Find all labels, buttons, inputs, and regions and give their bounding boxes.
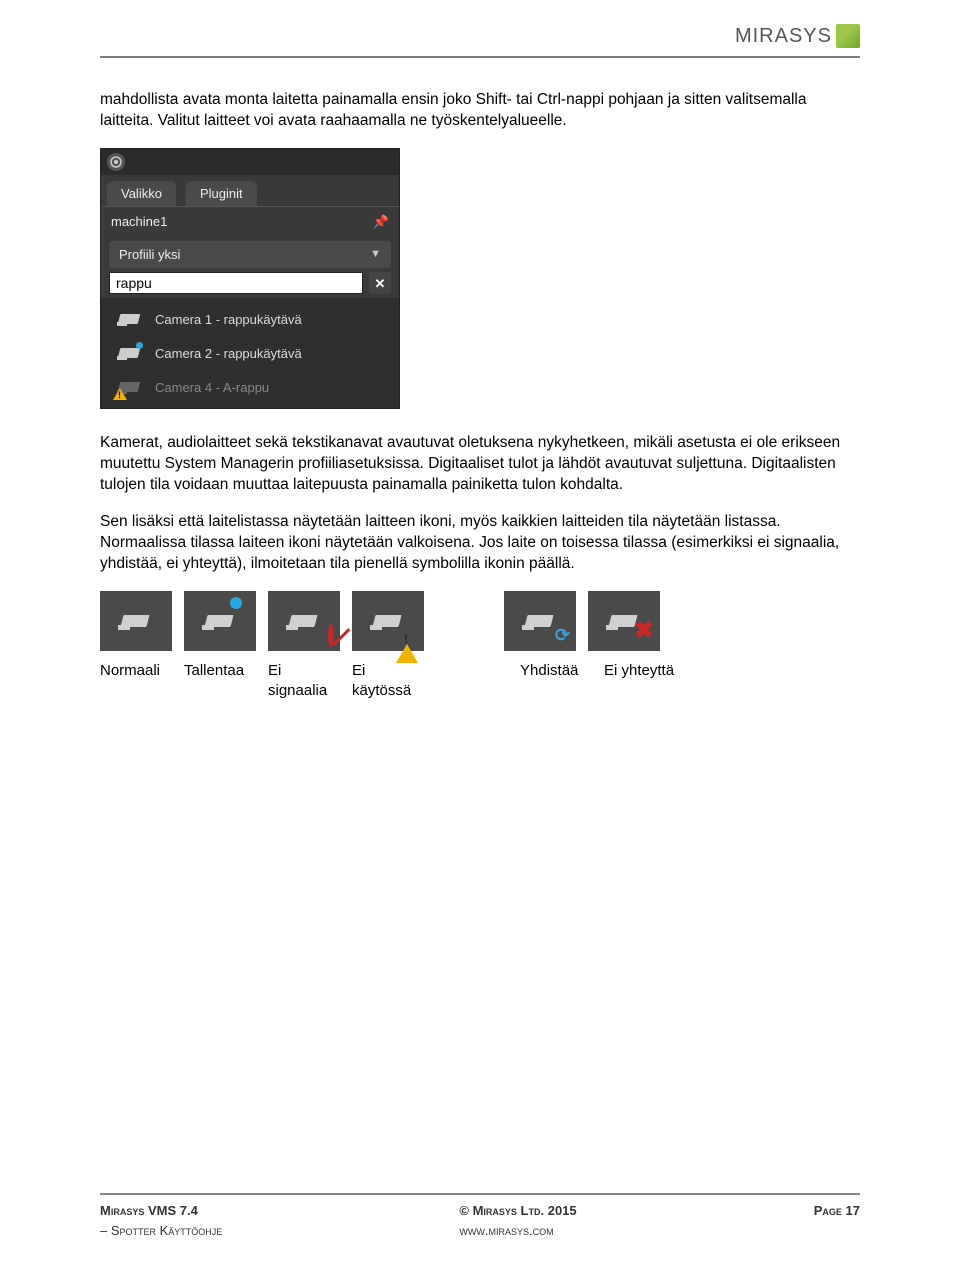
camera-icon-warning — [115, 376, 145, 398]
camera-item-1[interactable]: Camera 1 - rappukäytävä — [101, 302, 399, 336]
machine-row[interactable]: machine1 📌 — [101, 206, 399, 237]
footer-left: Mirasys VMS 7.4 – Spotter Käyttöohje — [100, 1201, 222, 1240]
app-icon — [107, 153, 125, 171]
status-noconnection-icon: ✖ — [588, 591, 660, 651]
status-nosignal-icon — [268, 591, 340, 651]
status-recording-icon — [184, 591, 256, 651]
spotter-sidebar-screenshot: Valikko Pluginit machine1 📌 Profiili yks… — [100, 148, 400, 410]
page-footer: Mirasys VMS 7.4 – Spotter Käyttöohje © M… — [100, 1193, 860, 1240]
camera-label: Camera 1 - rappukäytävä — [155, 311, 302, 329]
profile-label: Profiili yksi — [119, 246, 180, 264]
profile-dropdown[interactable]: Profiili yksi ▼ — [109, 241, 391, 269]
status-labels: Normaali Tallentaa Ei signaalia Ei käytö… — [100, 661, 860, 702]
search-input[interactable] — [109, 272, 363, 294]
paragraph-2: Kamerat, audiolaitteet sekä tekstikanava… — [100, 433, 860, 496]
footer-copyright: © Mirasys Ltd. 2015 — [459, 1203, 576, 1218]
camera-item-4[interactable]: Camera 4 - A-rappu — [101, 370, 399, 404]
status-icon-strip: ⟳ ✖ — [100, 591, 860, 651]
paragraph-1: mahdollista avata monta laitetta painama… — [100, 90, 860, 132]
label-connecting: Yhdistää — [520, 661, 592, 702]
brand-logo-icon — [836, 24, 860, 48]
search-row: ✕ — [109, 272, 391, 294]
pin-icon[interactable]: 📌 — [373, 213, 389, 231]
chevron-down-icon: ▼ — [370, 247, 381, 262]
footer-page: Page 17 — [814, 1203, 860, 1218]
label-normal: Normaali — [100, 661, 172, 702]
footer-url: www.mirasys.com — [459, 1221, 576, 1241]
label-noconnection: Ei yhteyttä — [604, 661, 704, 702]
camera-label: Camera 4 - A-rappu — [155, 379, 269, 397]
footer-subtitle: – Spotter Käyttöohje — [100, 1221, 222, 1241]
camera-list: Camera 1 - rappukäytävä Camera 2 - rappu… — [101, 298, 399, 408]
status-disabled-icon — [352, 591, 424, 651]
tab-plugins[interactable]: Pluginit — [186, 181, 257, 207]
machine-name: machine1 — [111, 213, 167, 231]
header-rule — [100, 56, 860, 58]
camera-icon-recording — [115, 342, 145, 364]
ui-tabs: Valikko Pluginit — [101, 175, 399, 207]
label-recording: Tallentaa — [184, 661, 256, 702]
paragraph-3: Sen lisäksi että laitelistassa näytetään… — [100, 512, 860, 575]
status-normal-icon — [100, 591, 172, 651]
ui-topbar — [101, 149, 399, 175]
status-connecting-icon: ⟳ — [504, 591, 576, 651]
camera-label: Camera 2 - rappukäytävä — [155, 345, 302, 363]
camera-item-2[interactable]: Camera 2 - rappukäytävä — [101, 336, 399, 370]
camera-icon — [115, 308, 145, 330]
tab-menu[interactable]: Valikko — [107, 181, 176, 207]
footer-product: Mirasys VMS 7.4 — [100, 1203, 198, 1218]
label-nosignal: Ei signaalia — [268, 661, 340, 702]
footer-center: © Mirasys Ltd. 2015 www.mirasys.com — [459, 1201, 576, 1240]
clear-search-button[interactable]: ✕ — [369, 272, 391, 294]
brand-text: MIRASYS — [735, 25, 832, 48]
brand-logo: MIRASYS — [735, 24, 860, 48]
footer-right: Page 17 — [814, 1201, 860, 1240]
label-disabled: Ei käytössä — [352, 661, 424, 702]
